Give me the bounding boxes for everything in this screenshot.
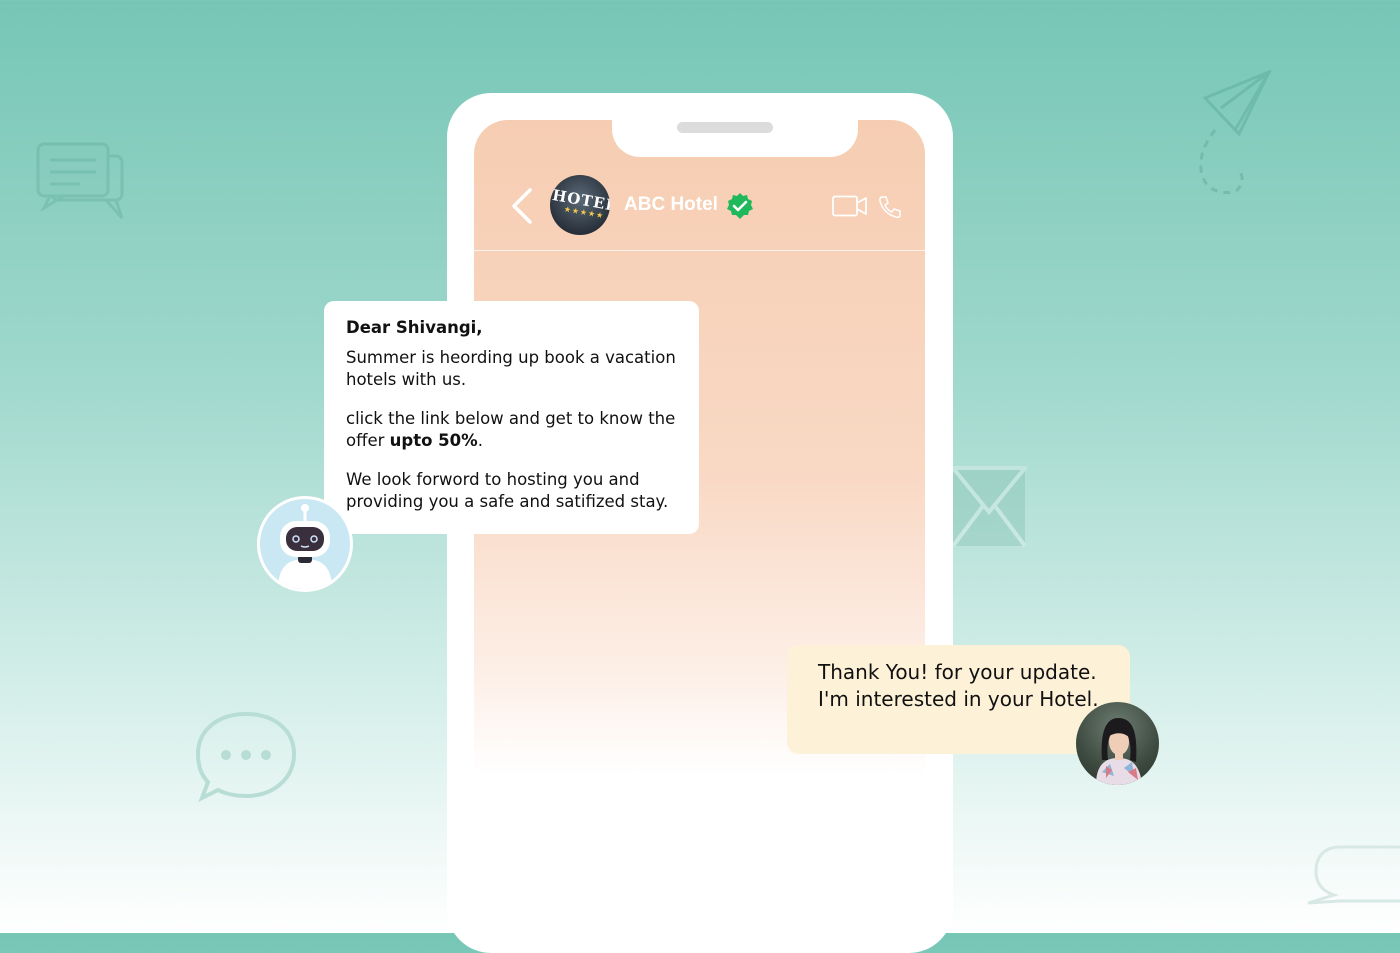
speech-bubble-icon <box>1307 845 1400 905</box>
offer-period: . <box>477 431 483 450</box>
robot-icon <box>278 504 332 589</box>
contact-name[interactable]: ABC Hotel <box>624 194 718 216</box>
bot-message-line-1: Summer is heording up book a vacation ho… <box>346 348 676 389</box>
phone-notch <box>612 120 858 157</box>
user-message-text: Thank You! for your update. I'm interest… <box>818 660 1099 711</box>
bot-avatar <box>257 496 353 592</box>
paper-plane-icon <box>1199 70 1272 195</box>
bot-message-bubble: Dear Shivangi, Summer is heording up boo… <box>324 301 699 534</box>
user-avatar <box>1076 702 1159 785</box>
chat-header: HOTEL ★★★★★ ABC Hotel <box>474 170 925 251</box>
offer-highlight: upto 50% <box>389 431 478 450</box>
envelope-icon <box>953 466 1027 548</box>
user-photo-icon <box>1096 718 1142 785</box>
verified-check-icon <box>727 193 753 219</box>
bot-message-line-2: click the link below and get to know the… <box>346 408 679 452</box>
phone-icon[interactable] <box>878 195 902 219</box>
video-camera-icon[interactable] <box>832 195 868 217</box>
speaker-bar <box>677 122 773 133</box>
bot-message-line-3: We look forword to hosting you and provi… <box>346 470 669 511</box>
hotel-avatar[interactable]: HOTEL ★★★★★ <box>550 175 610 235</box>
chat-bubbles-icon <box>36 142 124 219</box>
chevron-left-icon[interactable] <box>508 188 534 224</box>
bot-greeting: Dear Shivangi, <box>346 318 483 337</box>
typing-bubble-icon <box>195 711 297 802</box>
